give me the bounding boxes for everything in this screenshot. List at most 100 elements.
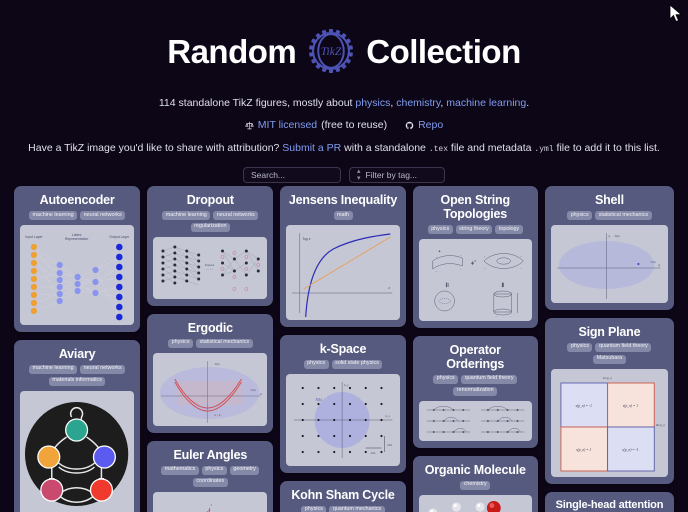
card-thumbnail[interactable]: log x x bbox=[286, 224, 400, 320]
card-thumbnail[interactable]: Input Layer Latent Representation Output… bbox=[20, 224, 135, 325]
card-autoencoder[interactable]: Autoencoder machine learning neural netw… bbox=[14, 186, 141, 332]
card-single-head-attention[interactable]: Single-head attention machine learning a… bbox=[544, 491, 674, 512]
svg-text:k_x: k_x bbox=[386, 414, 391, 418]
card-thumbnail[interactable]: p δ(E) δ(N) q bbox=[550, 224, 668, 303]
card-shell[interactable]: Shell physics statistical mechanics p δ(… bbox=[544, 186, 674, 310]
github-icon bbox=[405, 121, 414, 129]
tag[interactable]: neural networks bbox=[80, 211, 126, 220]
card-jensens-inequality[interactable]: Jensens Inequality math log x x bbox=[280, 186, 406, 327]
signplane-q-label: s(p_n) = 1 bbox=[623, 404, 638, 408]
tag[interactable]: statistical mechanics bbox=[595, 211, 652, 220]
tag[interactable]: physics bbox=[427, 225, 453, 234]
card-kohn-sham-cycle[interactable]: Kohn Sham Cycle physics quantum mechanic… bbox=[280, 480, 406, 512]
tag[interactable]: physics bbox=[433, 374, 459, 384]
tag[interactable]: physics bbox=[201, 465, 227, 475]
page-header: Random TikZ Collection 114 standalone Ti… bbox=[0, 0, 688, 183]
tag[interactable]: neural networks bbox=[80, 364, 126, 374]
card-thumbnail[interactable]: δ(E) δ(N) E E = E₀ bbox=[153, 352, 268, 426]
card-tags: physics quantum field theory Matsubara bbox=[551, 342, 668, 364]
svg-text:E: E bbox=[260, 392, 262, 396]
card-k-space[interactable]: k-Space physics solid state physics k_y … bbox=[280, 334, 406, 473]
tag[interactable]: physics bbox=[567, 342, 593, 352]
card-aviary[interactable]: Aviary machine learning neural networks … bbox=[14, 339, 141, 512]
tag[interactable]: machine learning bbox=[29, 364, 78, 374]
card-thumbnail[interactable] bbox=[20, 390, 135, 512]
svg-text:r₃: r₃ bbox=[495, 316, 497, 318]
svg-text:Output Layer: Output Layer bbox=[109, 235, 130, 239]
tag[interactable]: physics bbox=[301, 505, 327, 512]
card-tags: physics solid state physics bbox=[286, 359, 399, 369]
tag[interactable]: neural networks bbox=[213, 211, 259, 220]
tikz-logo-text: TikZ bbox=[321, 45, 342, 58]
tag[interactable]: quantum field theory bbox=[595, 342, 652, 352]
tag[interactable]: physics bbox=[303, 359, 329, 369]
controls-row: Search... ▴ ▾ Filter by tag... bbox=[0, 167, 688, 183]
card-title: Open String Topologies bbox=[440, 193, 511, 221]
svg-text:N(k): N(k) bbox=[315, 398, 323, 402]
svg-text:r₁: r₁ bbox=[484, 256, 486, 258]
submit-pr-link[interactable]: Submit a PR bbox=[282, 142, 341, 154]
pr-tex-ext: .tex bbox=[428, 145, 449, 154]
tag[interactable]: solid state physics bbox=[331, 359, 383, 369]
card-organic-molecule[interactable]: Organic Molecule chemistry bbox=[412, 455, 538, 512]
svg-text:p: p bbox=[608, 234, 610, 238]
tag[interactable]: machine learning bbox=[29, 211, 78, 220]
search-input[interactable]: Search... bbox=[243, 167, 341, 183]
subtitle-link-physics[interactable]: physics bbox=[355, 97, 390, 109]
card-thumbnail[interactable]: Dropout p = 0.5 bbox=[153, 236, 268, 299]
svg-text:r₁: r₁ bbox=[495, 292, 497, 294]
subtitle-suffix: . bbox=[526, 97, 530, 109]
tag[interactable]: mathematics bbox=[161, 465, 199, 475]
card-sign-plane[interactable]: Sign Plane physics quantum field theory … bbox=[544, 317, 674, 484]
subtitle-link-chemistry[interactable]: chemistry bbox=[396, 97, 440, 109]
tag[interactable]: quantum field theory bbox=[461, 374, 518, 384]
svg-text:r₄: r₄ bbox=[460, 269, 462, 271]
tag[interactable]: physics bbox=[567, 211, 593, 220]
tag[interactable]: chemistry bbox=[460, 480, 491, 490]
tag[interactable]: regularization bbox=[190, 222, 230, 232]
submit-pr-row: Have a TikZ image you'd like to share wi… bbox=[0, 142, 688, 154]
filter-by-tag-select[interactable]: ▴ ▾ Filter by tag... bbox=[349, 167, 445, 183]
card-tags: chemistry bbox=[419, 480, 532, 490]
mit-license-link[interactable]: MIT licensed bbox=[258, 119, 317, 131]
tag[interactable]: math bbox=[333, 211, 353, 220]
grid-column-5: Shell physics statistical mechanics p δ(… bbox=[544, 186, 674, 512]
tag[interactable]: physics bbox=[168, 338, 194, 348]
svg-text:x: x bbox=[388, 285, 391, 290]
tag[interactable]: materials informatics bbox=[48, 376, 106, 386]
svg-text:δ(E): δ(E) bbox=[215, 362, 220, 366]
signplane-axis-x: Re p_n bbox=[655, 423, 665, 427]
tag[interactable]: geometry bbox=[229, 465, 260, 475]
tag[interactable]: coordinates bbox=[192, 477, 228, 487]
card-thumbnail[interactable]: z z' β bbox=[153, 491, 268, 512]
card-operator-orderings[interactable]: Operator Orderings physics quantum field… bbox=[412, 335, 538, 448]
search-placeholder: Search... bbox=[251, 170, 286, 180]
grid-column-4: Open String Topologies physics string th… bbox=[412, 186, 538, 512]
subtitle-prefix: 114 standalone TikZ figures, mostly abou… bbox=[158, 97, 356, 109]
card-thumbnail[interactable] bbox=[418, 494, 532, 512]
tag[interactable]: renormalization bbox=[453, 386, 498, 396]
card-thumbnail[interactable]: k_y k_x N(k) 2π/L 2π/L bbox=[286, 373, 400, 466]
card-title: Aviary bbox=[58, 346, 96, 361]
svg-text:r₂: r₂ bbox=[460, 255, 462, 257]
tag[interactable]: quantum mechanics bbox=[329, 505, 385, 512]
card-open-string-topologies[interactable]: Open String Topologies physics string th… bbox=[412, 186, 538, 328]
card-thumbnail[interactable] bbox=[418, 400, 532, 441]
repo-link[interactable]: Repo bbox=[418, 119, 443, 131]
tag[interactable]: machine learning bbox=[162, 211, 211, 220]
card-thumbnail[interactable]: s(p_n) = -1 s(p_n) = 1 s(p_n) = 1 s(p_n)… bbox=[550, 368, 668, 477]
svg-text:p = 0.5: p = 0.5 bbox=[206, 269, 214, 271]
signplane-axis-y: Im p_n bbox=[602, 376, 612, 380]
balance-scale-icon bbox=[245, 121, 254, 129]
page-root: Random TikZ Collection 114 standalone Ti… bbox=[0, 0, 688, 512]
meta-row: MIT licensed (free to reuse) Repo bbox=[0, 119, 688, 131]
card-ergodic[interactable]: Ergodic physics statistical mechanics δ(… bbox=[147, 313, 274, 433]
card-euler-angles[interactable]: Euler Angles mathematics physics geometr… bbox=[147, 440, 274, 512]
tag[interactable]: string theory bbox=[455, 225, 493, 234]
tag[interactable]: statistical mechanics bbox=[196, 338, 253, 348]
card-dropout[interactable]: Dropout machine learning neural networks… bbox=[147, 186, 274, 306]
subtitle-link-machine-learning[interactable]: machine learning bbox=[446, 97, 526, 109]
card-thumbnail[interactable]: + + ∥ ∥ r₁ r₂ r₃ r₄ r₁ r₂ r₃ r₄ r₁ r₂ r₃… bbox=[418, 238, 532, 321]
tag[interactable]: topology bbox=[495, 225, 523, 234]
tag[interactable]: Matsubara bbox=[593, 354, 626, 364]
